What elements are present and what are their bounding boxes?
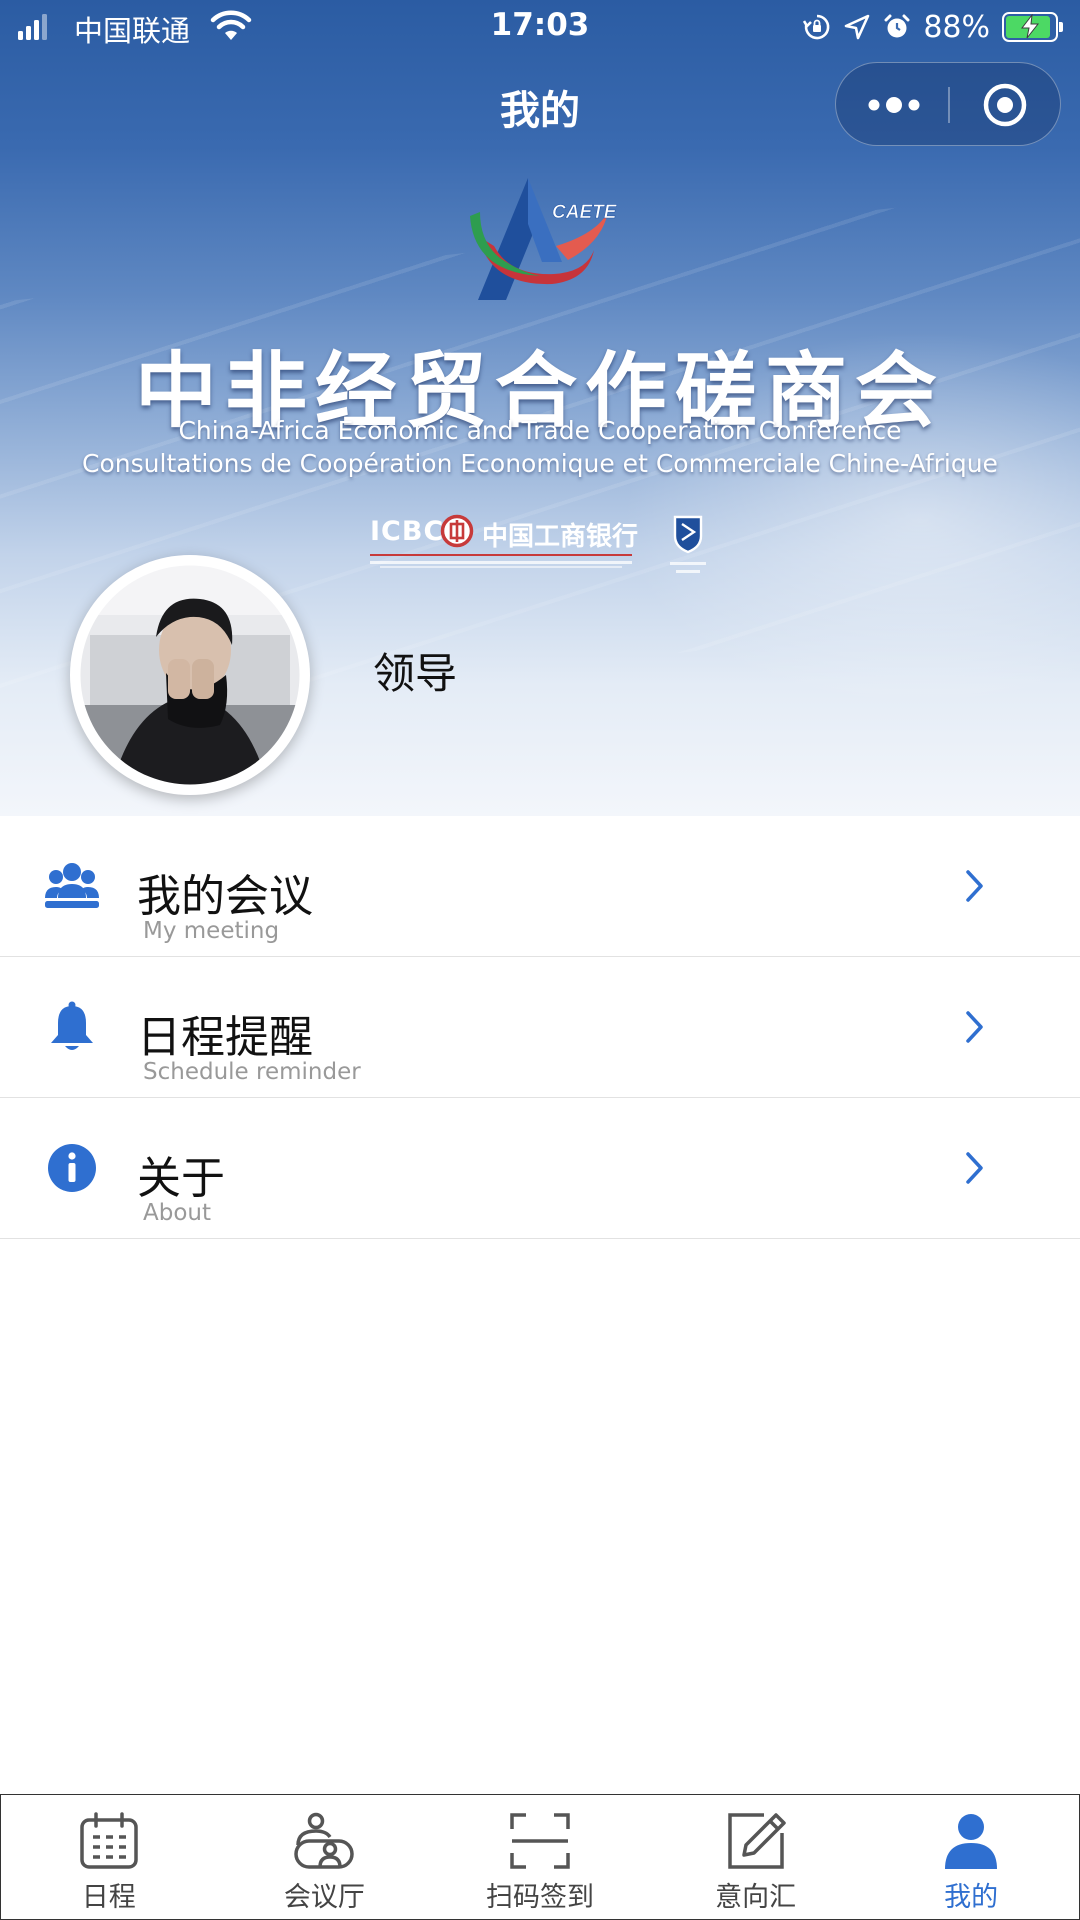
- menu-item-title: 关于: [137, 1153, 225, 1204]
- tab-label: 扫码签到: [485, 1882, 594, 1913]
- group-icon: [45, 863, 99, 908]
- tab-label: 意向汇: [715, 1882, 797, 1913]
- chevron-right-icon: [966, 1152, 983, 1184]
- screen: 中国联通 17:03 88% 我的 CAETE 中非经贸合作磋商会 China-…: [0, 0, 1080, 1920]
- calendar-icon: [80, 1812, 138, 1869]
- status-bar: 中国联通 17:03 88%: [0, 0, 1080, 54]
- user-name: 领导: [373, 649, 458, 698]
- chevron-right-icon: [966, 1011, 983, 1043]
- meeting-hall-icon: [294, 1812, 355, 1869]
- conference-title-fr: Consultations de Coopération Economique …: [82, 449, 998, 478]
- menu-item-title: 我的会议: [137, 871, 313, 922]
- menu-item-about[interactable]: 关于 About: [0, 1098, 1080, 1239]
- alarm-icon: [884, 14, 910, 38]
- tab-intentions[interactable]: 意向汇: [648, 1795, 864, 1919]
- standard-bank-wordmark: [670, 562, 706, 573]
- tab-scan-checkin[interactable]: 扫码签到: [432, 1795, 648, 1919]
- tab-label: 我的: [944, 1882, 999, 1913]
- sponsor-strip: ICBC 中国工商银行: [370, 508, 710, 588]
- profile-banner: 中国联通 17:03 88% 我的 CAETE 中非经贸合作磋商会 China-…: [0, 0, 1080, 816]
- sponsor-icbc-cn: 中国工商银行: [482, 522, 639, 552]
- scan-icon: [510, 1813, 570, 1869]
- sponsor-fine-print: [370, 561, 632, 568]
- menu-item-subtitle: My meeting: [143, 918, 280, 944]
- sponsor-icbc: ICBC: [370, 516, 445, 547]
- tab-label: 日程: [81, 1882, 136, 1913]
- rotation-lock-icon: [803, 14, 830, 40]
- svg-text:CAETE: CAETE: [552, 202, 618, 223]
- edit-icon: [727, 1813, 786, 1869]
- mini-program-capsule: [835, 62, 1061, 146]
- charging-bolt-icon: [1020, 14, 1040, 39]
- conference-title-en: China-Africa Economic and Trade Cooperat…: [178, 416, 902, 445]
- tab-meeting-hall[interactable]: 会议厅: [217, 1795, 433, 1919]
- chevron-right-icon: [966, 870, 983, 902]
- avatar-photo: [77, 562, 303, 788]
- user-icon: [945, 1814, 998, 1869]
- bell-icon: [51, 1001, 93, 1050]
- info-icon: [48, 1144, 96, 1192]
- caete-logo: CAETE: [470, 178, 618, 300]
- tab-bar: 日程 会议厅 扫码签到 意向汇 我的: [0, 1794, 1080, 1920]
- more-dots-icon[interactable]: [864, 87, 924, 123]
- profile-menu: 我的会议 My meeting 日程提醒 Schedule reminder 关…: [0, 816, 1080, 1239]
- avatar[interactable]: [70, 555, 310, 795]
- menu-item-subtitle: Schedule reminder: [143, 1059, 361, 1085]
- tab-label: 会议厅: [283, 1882, 365, 1913]
- battery-percent: 88%: [923, 9, 990, 45]
- menu-item-schedule-reminder[interactable]: 日程提醒 Schedule reminder: [0, 957, 1080, 1098]
- menu-item-my-meeting[interactable]: 我的会议 My meeting: [0, 816, 1080, 957]
- menu-item-subtitle: About: [143, 1200, 212, 1226]
- menu-item-title: 日程提醒: [137, 1012, 313, 1063]
- location-icon: [845, 14, 870, 40]
- target-icon[interactable]: [981, 81, 1029, 129]
- standard-bank-logo: [673, 515, 703, 554]
- tab-schedule[interactable]: 日程: [1, 1795, 217, 1919]
- battery-icon: [1002, 12, 1063, 42]
- tab-mine[interactable]: 我的: [863, 1795, 1079, 1919]
- icbc-logo: [440, 514, 474, 548]
